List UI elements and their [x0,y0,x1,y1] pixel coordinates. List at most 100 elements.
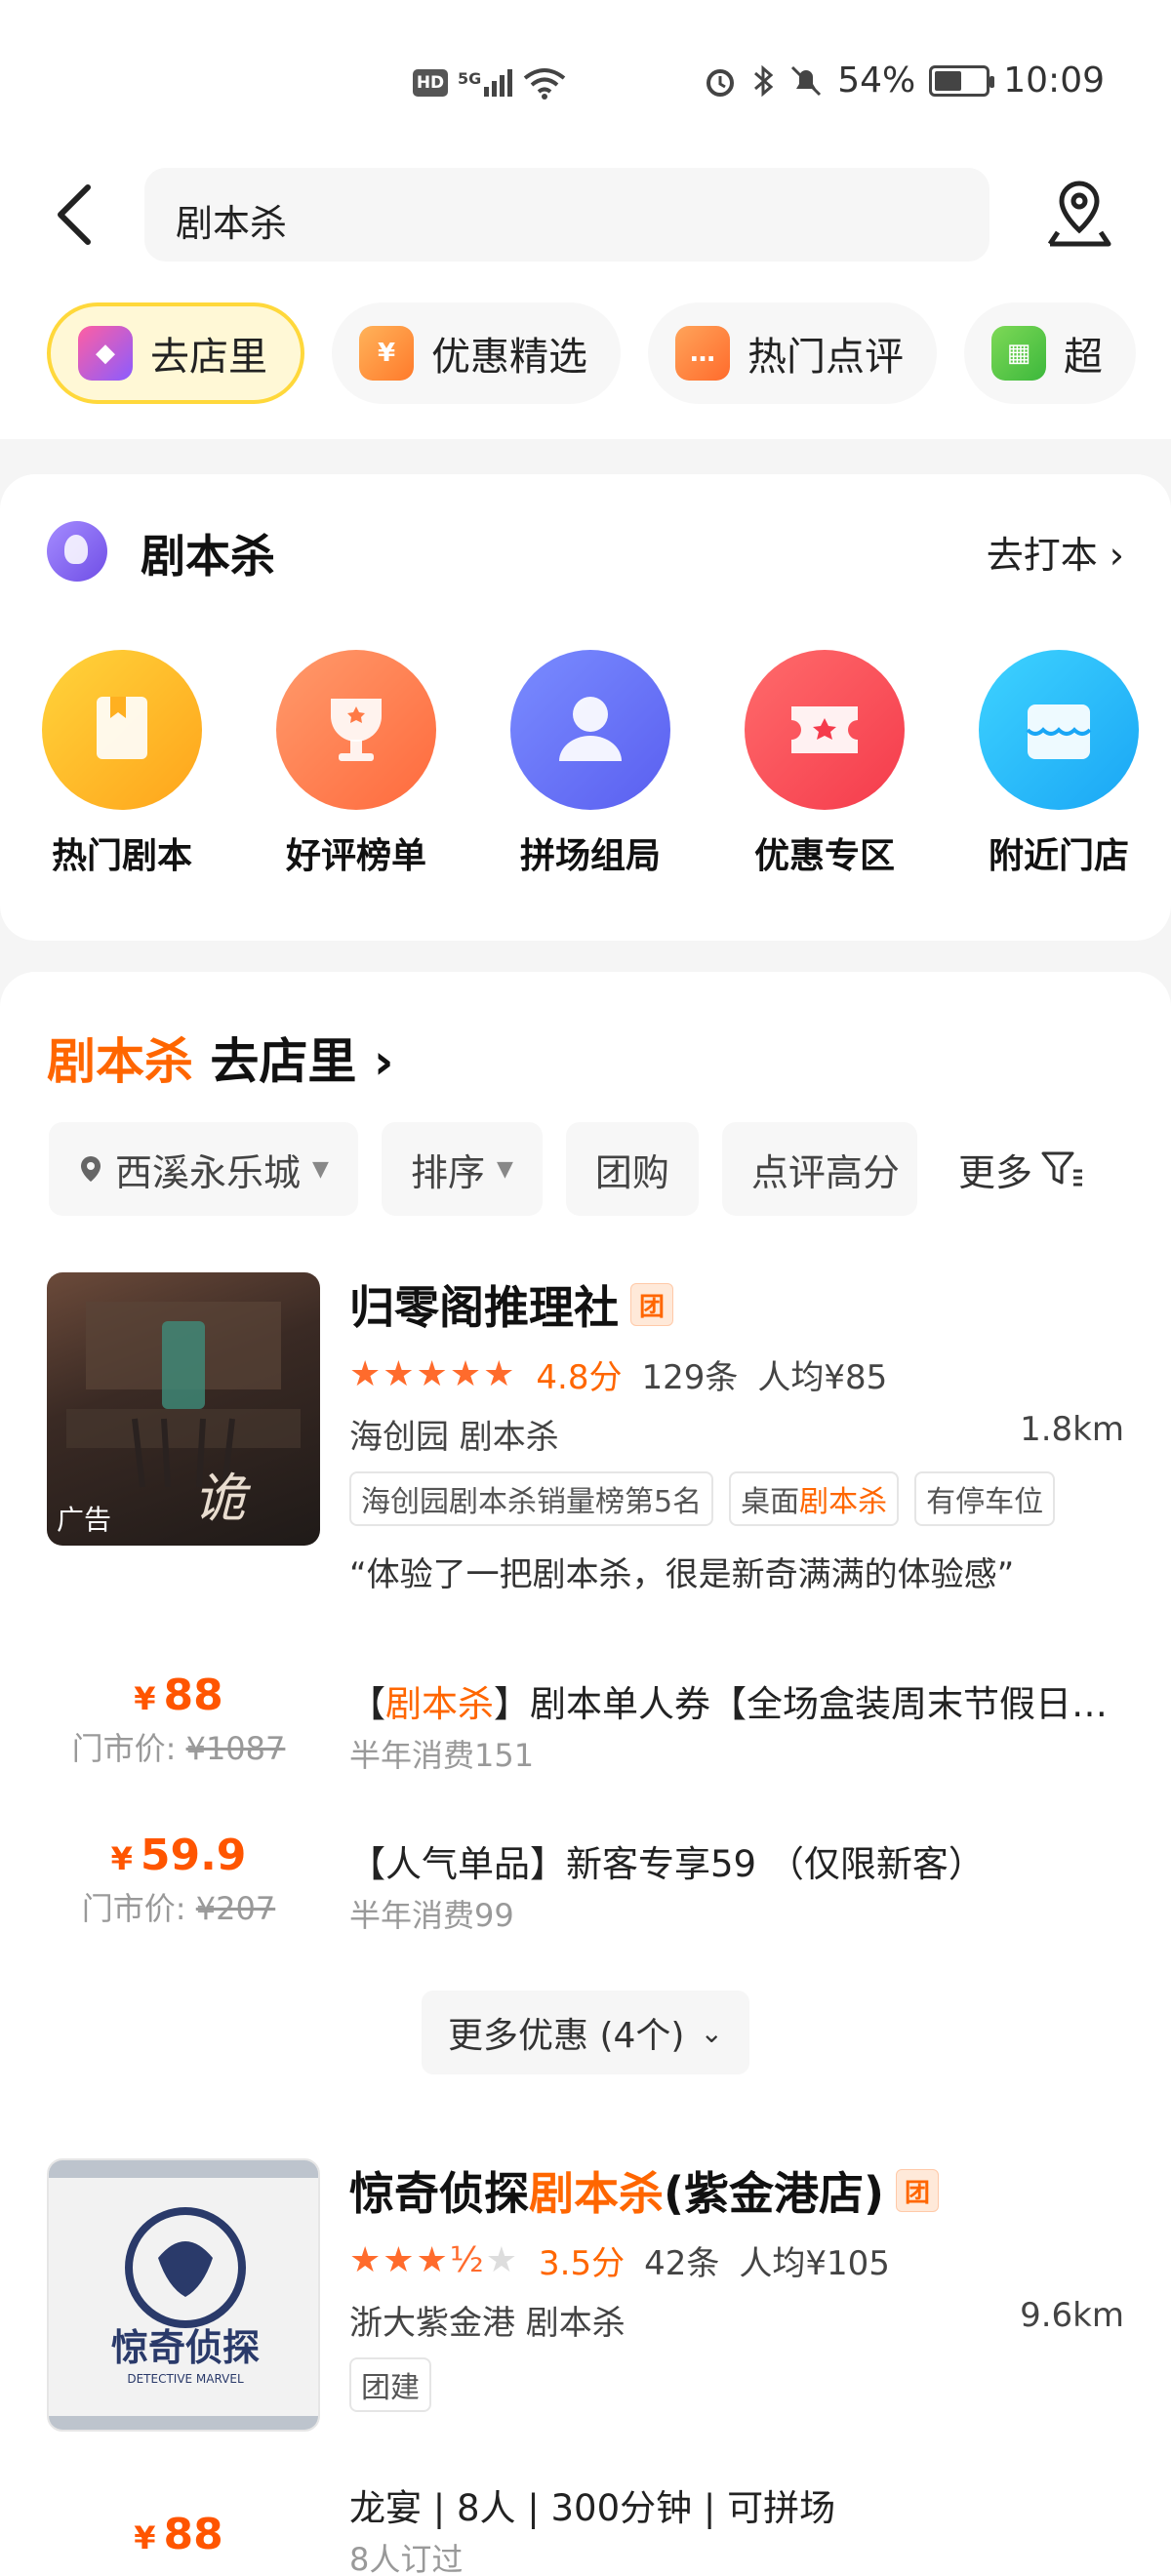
tab-hot-reviews[interactable]: … 热门点评 [648,302,937,404]
deal-item[interactable]: ¥59.9 门市价: ¥207 【人气单品】新客专享59 （仅限新客） 半年消费… [47,1831,1124,1948]
shop-name: 惊奇侦探剧本杀(紫金港店) 团 [349,2158,1124,2223]
search-input[interactable]: 剧本杀 [144,168,989,262]
tab-go-store[interactable]: ◆ 去店里 [47,302,304,404]
tab-deals[interactable]: ¥ 优惠精选 [332,302,621,404]
shop-info: 惊奇侦探剧本杀(紫金港店) 团 ★★★½★ 3.5分 42条 人均¥105 浙大… [349,2158,1124,2412]
list-title[interactable]: 剧本杀 去店里 › [47,1023,393,1093]
battery-icon [929,64,995,97]
tag: 团建 [349,2357,431,2412]
deal-title: 龙宴 | 8人 | 300分钟 | 可拼场 [349,2487,836,2529]
category-top-rated[interactable]: 好评榜单 [273,650,439,878]
trophy-icon [276,650,436,810]
star-rating-icon: ★★★★★ [349,1354,517,1394]
group-buy-badge: 团 [896,2169,940,2212]
filter-more-button[interactable]: 更多 [943,1122,1086,1216]
distance: 9.6km [1020,2296,1124,2335]
pin-icon [81,1156,101,1182]
shop-logo-text: 惊奇侦探 [111,2326,260,2369]
deal-sold: 8人订过 [349,2541,464,2576]
group-icon [510,650,670,810]
avg-price: 人均¥105 [739,2244,890,2283]
shop-image: 诡 广告 [47,1272,320,1546]
filter-group-buy[interactable]: 团购 [565,1122,699,1216]
page: HD 5G 54% 10:09 剧本杀 ◆ 去店里 ¥ 优惠精选 … 热门点评 … [0,0,1171,2576]
shop-icon [979,650,1139,810]
caret-down-icon: ▼ [312,1156,329,1182]
tab-label: 热门点评 [747,335,904,380]
area-row: 海创园 剧本杀 1.8km [349,1410,1124,1458]
filter-bar: 西溪永乐城 ▼ 排序 ▼ 团购 点评高分 [49,1122,917,1216]
tab-super[interactable]: ▦ 超 [964,302,1136,404]
filter-high-rating[interactable]: 点评高分 [721,1122,917,1216]
review-snippet: “体验了一把剧本杀，很是新奇满满的体验感” [349,1555,1015,1594]
deal-price: ¥59.9 门市价: ¥207 [81,1831,276,1927]
svg-text:诡: 诡 [193,1468,252,1529]
shop-logo-subtext: DETECTIVE MARVEL [127,2372,244,2386]
tag: 海创园剧本杀销量榜第5名 [349,1471,714,1526]
chat-icon: … [675,326,730,381]
back-icon[interactable] [49,181,107,248]
deal-item[interactable]: ¥88 门市价: ¥1087 【剧本杀】剧本单人券【全场盒装周末节假日通用】 半… [47,1670,1124,1788]
star-rating-icon: ★★★½★ [349,2240,519,2280]
tag: 桌面剧本杀 [729,1471,900,1526]
bluetooth-icon [754,64,774,97]
coupon-icon: ¥ [359,326,414,381]
status-bar: HD 5G 54% 10:09 [0,0,1171,146]
hd-icon: HD [413,69,448,97]
area-row: 浙大紫金港 剧本杀 9.6km [349,2296,1124,2344]
shop-image: 惊奇侦探 DETECTIVE MARVEL [47,2158,320,2432]
review-count: 129条 [641,1358,739,1397]
deal-sold: 半年消费99 [349,1897,514,1934]
tags: 海创园剧本杀销量榜第5名 桌面剧本杀 有停车位 [349,1471,1124,1526]
shop-info: 归零阁推理社 团 ★★★★★ 4.8分 129条 人均¥85 海创园 剧本杀 1… [349,1272,1124,1595]
clock: 10:09 [1003,60,1105,101]
chevron-down-icon: ⌄ [700,2016,723,2049]
chevron-right-icon: › [373,1033,394,1090]
signal-icon: 5G [458,69,513,97]
ticket-icon [745,650,905,810]
deal-title: 【人气单品】新客专享59 （仅限新客） [349,1843,985,1885]
deal-price: ¥88 门市价: ¥1087 [71,1670,286,1767]
category-hot-scripts[interactable]: 热门剧本 [39,650,205,878]
network-indicators: HD 5G [413,66,567,100]
category-card: 剧本杀 去打本 › 热门剧本 好评榜单 拼场组局 优惠专区 附近门店 [0,474,1171,941]
basket-icon: ▦ [991,326,1046,381]
filter-icon [1041,1151,1083,1187]
tag: 有停车位 [914,1471,1056,1526]
category-nearby-stores[interactable]: 附近门店 [976,650,1142,878]
tab-label: 超 [1064,335,1103,380]
ad-label: 广告 [57,1504,112,1536]
deal-title: 【剧本杀】剧本单人券【全场盒装周末节假日通用】 [349,1683,1124,1725]
group-buy-badge: 团 [630,1283,673,1326]
store-list-card: 剧本杀 去店里 › 西溪永乐城 ▼ 排序 ▼ 团购 点评高分 更多 诡 广告 归… [0,972,1171,2576]
category-discount-zone[interactable]: 优惠专区 [742,650,908,878]
more-deals-button[interactable]: 更多优惠 (4个) ⌄ [422,1991,749,2074]
shop-name: 归零阁推理社 团 [349,1272,1124,1337]
category-group-match[interactable]: 拼场组局 [507,650,673,878]
filter-sort[interactable]: 排序 ▼ [381,1122,543,1216]
search-query: 剧本杀 [176,202,288,245]
area-category: 浙大紫金港 剧本杀 [349,2304,626,2343]
system-indicators: 54% 10:09 [703,60,1105,101]
go-play-link[interactable]: 去打本 › [987,525,1124,579]
script-kill-logo-icon [47,521,107,582]
quick-tabs: ◆ 去店里 ¥ 优惠精选 … 热门点评 ▦ 超 [47,302,1136,404]
category-icons: 热门剧本 好评榜单 拼场组局 优惠专区 附近门店 [39,650,1142,878]
wifi-icon [524,68,566,100]
location-icon[interactable] [1040,176,1118,254]
mute-icon [791,65,822,96]
filter-location[interactable]: 西溪永乐城 ▼ [49,1122,358,1216]
deal-item[interactable]: ¥88 龙宴 | 8人 | 300分钟 | 可拼场 8人订过 [47,2475,1124,2576]
rating-score: 4.8分 [536,1358,623,1397]
store-icon: ◆ [78,326,133,381]
avg-price: 人均¥85 [757,1358,888,1397]
deal-sold: 半年消费151 [349,1737,535,1774]
tags: 团建 [349,2357,1124,2412]
tab-label: 优惠精选 [431,335,587,380]
book-icon [42,650,202,810]
category-title: 剧本杀 [141,530,275,583]
rating-row: ★★★½★ 3.5分 42条 人均¥105 [349,2236,1124,2284]
rating-score: 3.5分 [539,2244,626,2283]
distance: 1.8km [1020,1410,1124,1449]
tab-label: 去店里 [150,335,267,380]
